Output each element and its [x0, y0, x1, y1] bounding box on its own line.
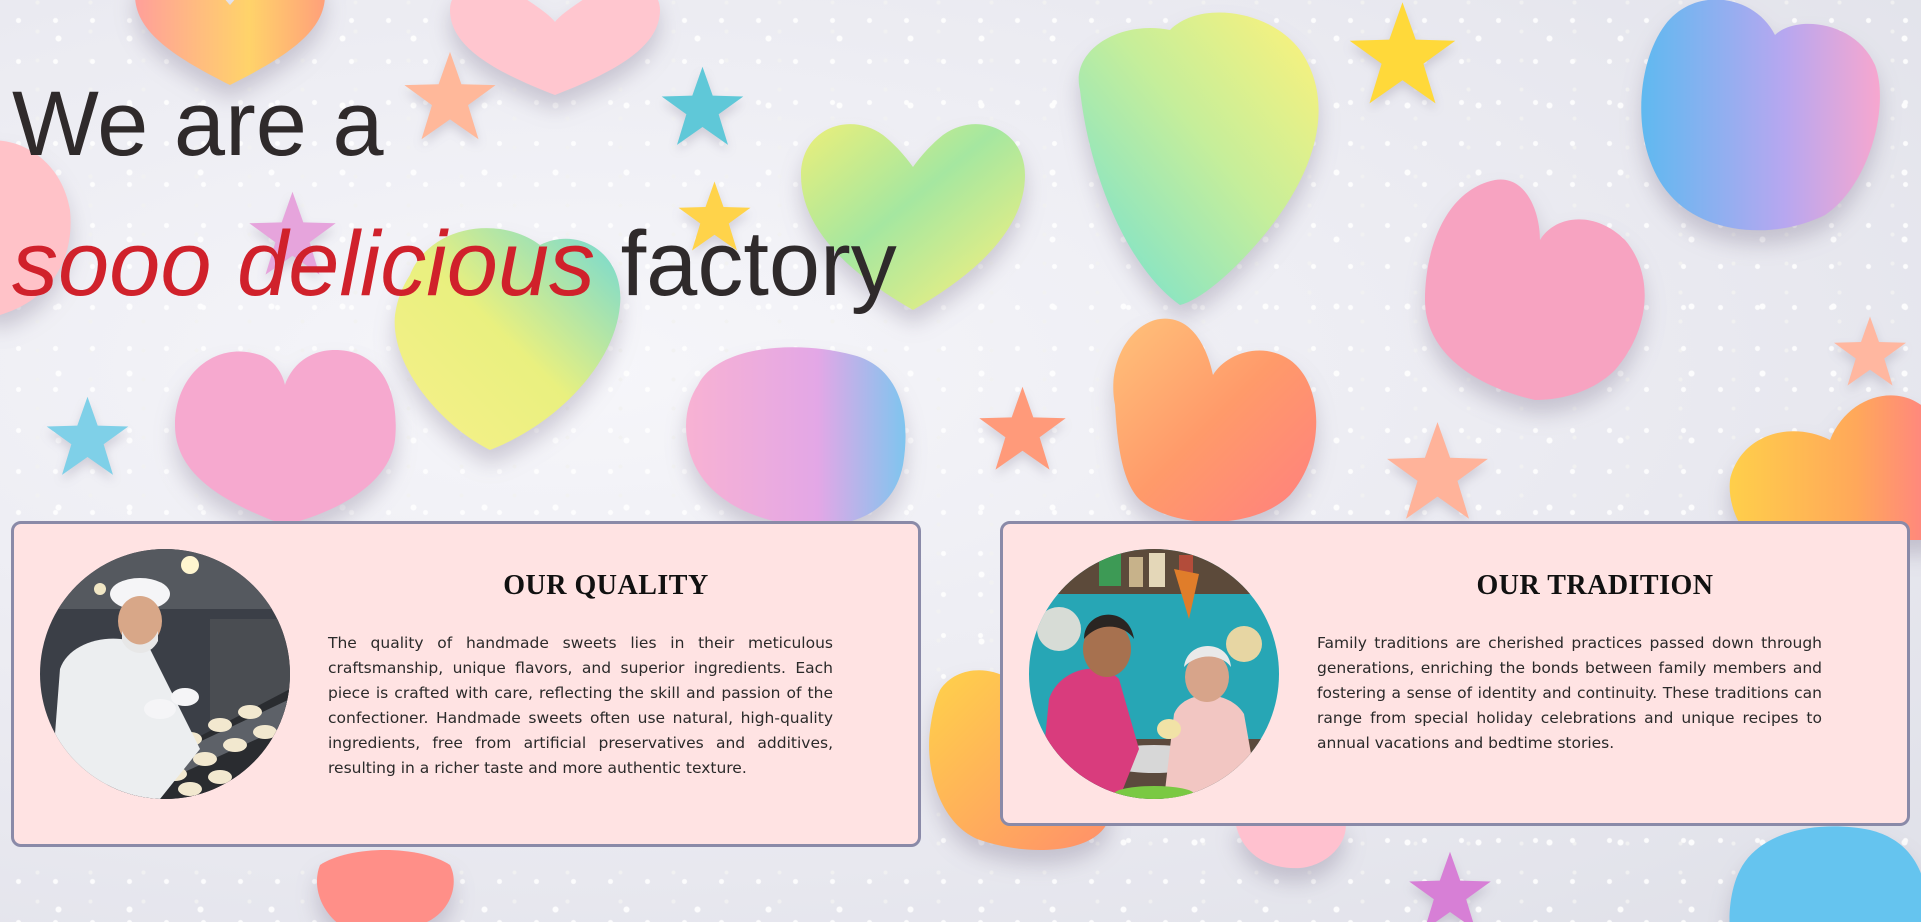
- marshmallow-heart: [1113, 318, 1317, 522]
- hero-heading-line-2: sooo delicious factory: [12, 218, 897, 310]
- quality-card-text: The quality of handmade sweets lies in t…: [328, 634, 833, 777]
- tradition-card-text: Family traditions are cherished practice…: [1317, 634, 1822, 752]
- hero-heading-line-1: We are a: [12, 73, 384, 175]
- tradition-card-title: OUR TRADITION: [1476, 570, 1714, 601]
- marshmallow-heart: [1078, 12, 1319, 305]
- hero-heading-accent: sooo delicious: [12, 213, 596, 315]
- marshmallow-heart: [686, 347, 906, 526]
- candy-star: [1409, 851, 1491, 922]
- candy-star: [46, 396, 129, 475]
- marshmallow-heart: [1729, 826, 1921, 922]
- hero-heading-rest: factory: [620, 213, 897, 315]
- confectioner-photo: [40, 549, 290, 799]
- candy-star: [1834, 316, 1906, 386]
- marshmallow-heart: [1425, 179, 1645, 400]
- candy-star: [404, 51, 496, 140]
- tradition-card: OUR TRADITION Family traditions are cher…: [1000, 521, 1910, 826]
- candy-star: [1387, 422, 1488, 519]
- quality-card: OUR QUALITY The quality of handmade swee…: [11, 521, 921, 847]
- marshmallow-heart: [1729, 395, 1921, 540]
- marshmallow-heart: [1641, 0, 1880, 231]
- candy-star: [979, 386, 1066, 470]
- candy-star: [661, 66, 744, 145]
- marshmallow-heart: [316, 850, 454, 922]
- quality-card-title: OUR QUALITY: [503, 570, 709, 601]
- candy-star: [1349, 2, 1456, 104]
- marshmallow-heart: [175, 350, 396, 525]
- grandmothers-cooking-photo: [1029, 549, 1279, 799]
